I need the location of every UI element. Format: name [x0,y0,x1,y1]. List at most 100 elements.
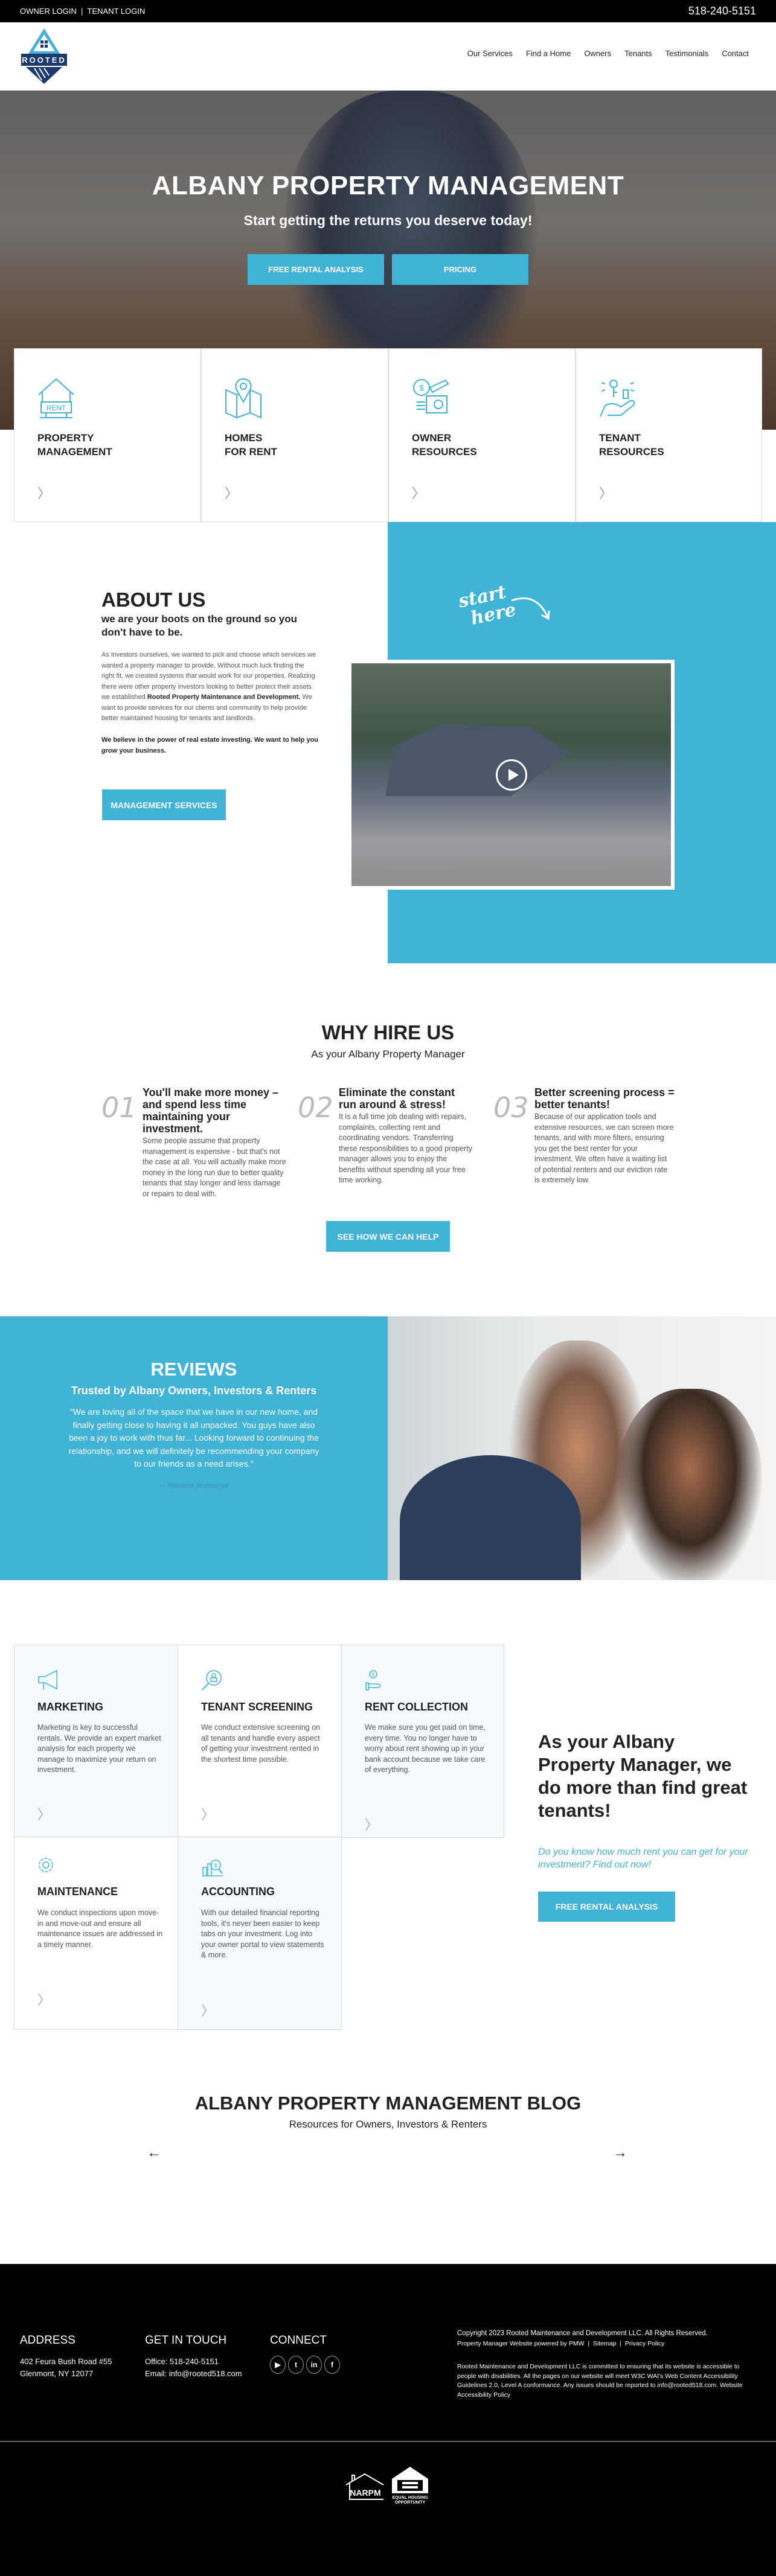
review-quote: "We are loving all of the space that we … [68,1407,319,1468]
separator: | [81,7,83,16]
rent-house-icon: RENT [38,378,74,418]
service-card-rent-collection[interactable]: $ RENT COLLECTION We make sure you get p… [341,1645,504,1838]
video-player[interactable] [348,660,675,890]
nav-owners[interactable]: Owners [584,49,611,58]
equal-housing-opportunity-logo: EQUAL HOUSINGOPPORTUNITY [392,2467,429,2505]
hero-subtitle: Start getting the returns you deserve to… [243,212,533,228]
chevron-right-icon[interactable]: 〉 [37,483,51,502]
svg-text:EQUAL HOUSING: EQUAL HOUSING [393,2496,429,2500]
item-body: It is a full time job dealing with repai… [339,1112,472,1184]
item-number: 01 [101,1091,137,1124]
card-owner-resources[interactable]: $ OWNER RESOURCES 〉 [388,348,576,522]
about-paragraph: As investors ourselves, we wanted to pic… [101,651,316,722]
dollar-hand-icon: $ [365,1670,381,1691]
owner-login-link[interactable]: OWNER LOGIN [20,7,77,16]
service-title: MARKETING [37,1701,103,1713]
nav-contact[interactable]: Contact [722,49,749,58]
nav-find-a-home[interactable]: Find a Home [526,49,571,58]
svg-text:ROOTED: ROOTED [22,56,66,65]
svg-text:$: $ [372,1672,375,1677]
card-title-line1: OWNER [412,432,452,444]
review-author: — Resident Testimonial [159,1482,229,1490]
chart-dollar-icon: $ [202,1860,223,1876]
why-item-1: 01 You'll make more money – and spend le… [101,1086,289,1199]
svg-text:OPPORTUNITY: OPPORTUNITY [395,2501,426,2505]
svg-text:$: $ [214,1863,217,1869]
card-homes-for-rent[interactable]: HOMES FOR RENT 〉 [201,348,388,522]
card-title-line1: PROPERTY [37,432,94,444]
privacy-policy-link[interactable]: Privacy Policy [625,2340,664,2347]
service-card-tenant-screening[interactable]: TENANT SCREENING We conduct extensive sc… [178,1645,342,1838]
chevron-right-icon[interactable]: 〉 [225,483,238,502]
nav-testimonials[interactable]: Testimonials [665,49,709,58]
card-title-line2: FOR RENT [225,446,277,457]
facebook-icon[interactable]: f [324,2356,340,2374]
contact-block: Office: 518-240-5151 Email: info@rooted51… [145,2356,242,2380]
chevron-right-icon[interactable]: 〉 [412,483,425,502]
service-body: We conduct inspections upon move-in and … [37,1908,163,1949]
svg-text:NARPM: NARPM [350,2488,380,2498]
free-rental-analysis-button[interactable]: FREE RENTAL ANALYSIS [248,254,384,285]
narpm-logo: NARPM [345,2473,384,2500]
svg-text:$: $ [419,383,424,392]
youtube-icon[interactable]: ▶ [270,2356,286,2374]
about-title: ABOUT US [101,588,206,611]
happy-family-photo [388,1316,776,1580]
card-property-management[interactable]: RENT PROPERTY MANAGEMENT 〉 [14,348,201,522]
address-block: 402 Feura Bush Road #55 Glenmont, NY 1207… [20,2357,112,2378]
tenant-login-link[interactable]: TENANT LOGIN [88,7,146,16]
blog-prev-arrow-icon[interactable]: ← [147,2144,161,2161]
nav-our-services[interactable]: Our Services [467,49,513,58]
chevron-right-icon[interactable]: 〉 [37,1989,51,2009]
sitemap-link[interactable]: Sitemap [593,2340,617,2347]
service-title: TENANT SCREENING [201,1701,313,1713]
cta-tagline: Do you know how much rent you can get fo… [538,1847,748,1870]
nav-tenants[interactable]: Tenants [624,49,652,58]
see-how-we-can-help-button[interactable]: SEE HOW WE CAN HELP [326,1221,450,1252]
pricing-button[interactable]: PRICING [392,254,528,285]
social-links: ▶ t in f [270,2356,342,2374]
hero-title: ALBANY PROPERTY MANAGEMENT [152,171,624,200]
reviews-title: REVIEWS [150,1359,237,1380]
login-links: OWNER LOGIN | TENANT LOGIN [20,7,145,16]
card-tenant-resources[interactable]: TENANT RESOURCES 〉 [576,348,762,522]
address-heading: ADDRESS [20,2334,75,2347]
site-footer: ADDRESS 402 Feura Bush Road #55 Glenmont,… [0,2264,776,2576]
service-card-maintenance[interactable]: MAINTENANCE We conduct inspections upon … [14,1837,178,2030]
megaphone-icon [38,1669,57,1690]
reviews-subtitle: Trusted by Albany Owners, Investors & Re… [71,1385,317,1397]
cta-free-rental-analysis-button[interactable]: FREE RENTAL ANALYSIS [538,1892,675,1922]
blog-next-arrow-icon[interactable]: → [613,2144,627,2161]
key-hand-icon [600,380,635,417]
chevron-right-icon[interactable]: 〉 [201,2000,214,2020]
chevron-right-icon[interactable]: 〉 [365,1814,378,1834]
chevron-right-icon[interactable]: 〉 [201,1804,214,1823]
management-services-button[interactable]: MANAGEMENT SERVICES [102,789,226,820]
gear-icon [39,1858,53,1872]
service-body: Marketing is key to successful rentals. … [37,1723,161,1774]
card-title-line2: RESOURCES [599,446,664,457]
pmw-link[interactable]: Property Manager Website powered by PMW [457,2340,584,2347]
about-section: ABOUT US we are your boots on the ground… [101,588,319,756]
reviews-section: REVIEWS Trusted by Albany Owners, Invest… [0,1316,388,1580]
chevron-right-icon[interactable]: 〉 [599,483,612,502]
card-title-line1: HOMES [225,432,263,444]
blog-title: ALBANY PROPERTY MANAGEMENT BLOG [194,2093,582,2114]
office-phone-link[interactable]: Office: 518-240-5151 [145,2356,242,2368]
blog-subtitle: Resources for Owners, Investors & Renter… [289,2119,487,2130]
service-card-marketing[interactable]: MARKETING Marketing is key to successful… [14,1645,178,1838]
service-body: We conduct extensive screening on all te… [201,1723,321,1764]
twitter-icon[interactable]: t [288,2356,304,2374]
play-button-icon[interactable] [495,759,527,791]
rooted-logo[interactable]: ROOTED [20,28,68,84]
phone-link[interactable]: 518-240-5151 [688,5,756,18]
accessibility-statement: Rooted Maintenance and Development LLC i… [457,2363,743,2399]
card-title-line1: TENANT [599,432,641,444]
curved-arrow-icon [511,597,550,620]
linkedin-icon[interactable]: in [306,2356,322,2374]
card-title-line2: RESOURCES [412,446,477,457]
chevron-right-icon[interactable]: 〉 [37,1804,51,1823]
email-link[interactable]: Email: info@rooted518.com [145,2368,242,2380]
main-nav: Our Services Find a Home Owners Tenants … [467,49,749,58]
service-card-accounting[interactable]: $ ACCOUNTING With our detailed financial… [178,1837,342,2030]
